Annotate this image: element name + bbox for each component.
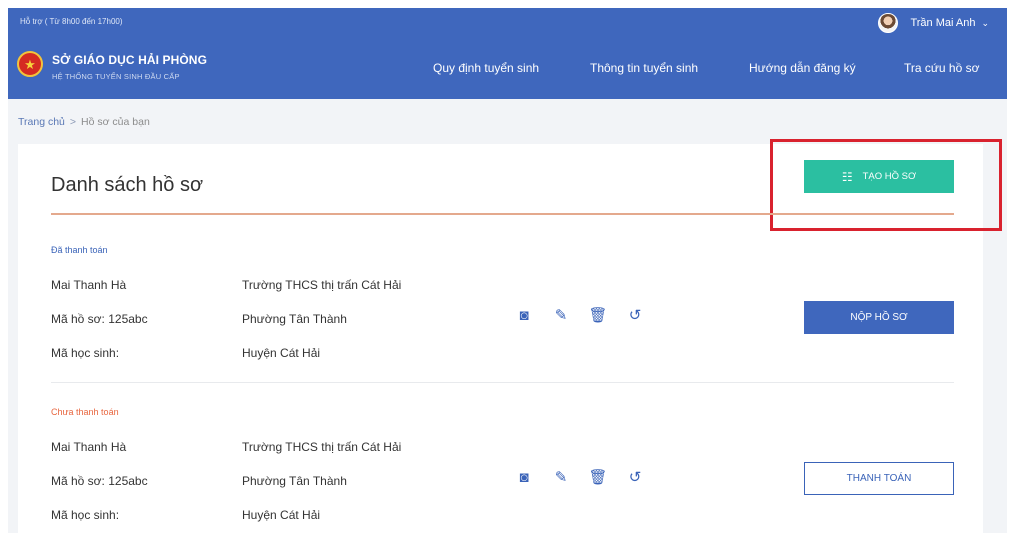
avatar[interactable] bbox=[878, 13, 899, 33]
app-frame: Hỗ trợ ( Từ 8h00 đến 17h00) Trần Mai Anh… bbox=[8, 8, 1007, 533]
status-badge: Chưa thanh toán bbox=[51, 407, 119, 417]
records-card: Danh sách hồ sơ ☷ TẠO HỒ SƠ Đã thanh toá… bbox=[18, 139, 1002, 533]
support-hours: Hỗ trợ ( Từ 8h00 đến 17h00) bbox=[20, 17, 123, 26]
view-icon[interactable]: ◙ bbox=[514, 308, 534, 323]
site-header: ★ SỞ GIÁO DỤC HẢI PHÒNG HỆ THỐNG TUYỂN S… bbox=[8, 38, 1007, 99]
record-code: Mã hồ sơ: 125abc bbox=[51, 312, 148, 326]
record-district: Huyện Cát Hải bbox=[242, 508, 321, 522]
record-student-id: Mã học sinh: bbox=[51, 346, 120, 360]
user-menu[interactable]: Trần Mai Anh ⌄ bbox=[878, 13, 989, 33]
record-code: Mã hồ sơ: 125abc bbox=[51, 474, 148, 488]
breadcrumb-separator: > bbox=[69, 116, 77, 128]
edit-icon[interactable]: ✎ bbox=[551, 470, 571, 485]
delete-icon[interactable]: 🗑 bbox=[588, 470, 608, 485]
record-ward: Phường Tân Thành bbox=[242, 474, 347, 488]
edit-icon[interactable]: ✎ bbox=[551, 308, 571, 323]
breadcrumb: Trang chủ > Hồ sơ của bạn bbox=[18, 116, 150, 128]
record-name: Mai Thanh Hà bbox=[51, 440, 127, 454]
status-badge: Đã thanh toán bbox=[51, 245, 108, 255]
record-school: Trường THCS thị trấn Cát Hải bbox=[242, 278, 402, 292]
title-divider bbox=[51, 213, 954, 215]
pay-button[interactable]: THANH TOÁN bbox=[804, 462, 954, 495]
record-school: Trường THCS thị trấn Cát Hải bbox=[242, 440, 402, 454]
view-icon[interactable]: ◙ bbox=[514, 470, 534, 485]
emblem-logo[interactable]: ★ bbox=[17, 51, 43, 77]
nav-registration-guide[interactable]: Hướng dẫn đăng ký bbox=[749, 61, 856, 75]
highlight-annotation-box bbox=[770, 139, 1002, 231]
history-icon[interactable]: ↺ bbox=[625, 308, 645, 323]
delete-icon[interactable]: 🗑 bbox=[588, 308, 608, 323]
nav-admission-info[interactable]: Thông tin tuyển sinh bbox=[590, 61, 698, 75]
record-actions: ◙ ✎ 🗑 ↺ bbox=[514, 470, 645, 485]
record-actions: ◙ ✎ 🗑 ↺ bbox=[514, 308, 645, 323]
record-ward: Phường Tân Thành bbox=[242, 312, 347, 326]
page-title: Danh sách hồ sơ bbox=[51, 174, 204, 196]
breadcrumb-current: Hồ sơ của bạn bbox=[81, 116, 150, 128]
row-divider bbox=[51, 382, 954, 383]
site-subtitle: HỆ THỐNG TUYỂN SINH ĐẦU CẤP bbox=[52, 72, 180, 81]
star-icon: ★ bbox=[24, 56, 36, 72]
record-district: Huyện Cát Hải bbox=[242, 346, 321, 360]
history-icon[interactable]: ↺ bbox=[625, 470, 645, 485]
nav-admission-regulations[interactable]: Quy định tuyển sinh bbox=[433, 61, 539, 75]
site-title[interactable]: SỞ GIÁO DỤC HẢI PHÒNG bbox=[52, 53, 207, 67]
submit-record-button[interactable]: NỘP HỒ SƠ bbox=[804, 301, 954, 334]
chevron-down-icon[interactable]: ⌄ bbox=[981, 18, 989, 29]
record-name: Mai Thanh Hà bbox=[51, 278, 127, 292]
nav-lookup-records[interactable]: Tra cứu hồ sơ bbox=[904, 61, 979, 75]
record-student-id: Mã học sinh: bbox=[51, 508, 120, 522]
user-name[interactable]: Trần Mai Anh bbox=[910, 17, 975, 29]
support-bar: Hỗ trợ ( Từ 8h00 đến 17h00) Trần Mai Anh… bbox=[8, 8, 1007, 38]
breadcrumb-home[interactable]: Trang chủ bbox=[18, 116, 65, 128]
